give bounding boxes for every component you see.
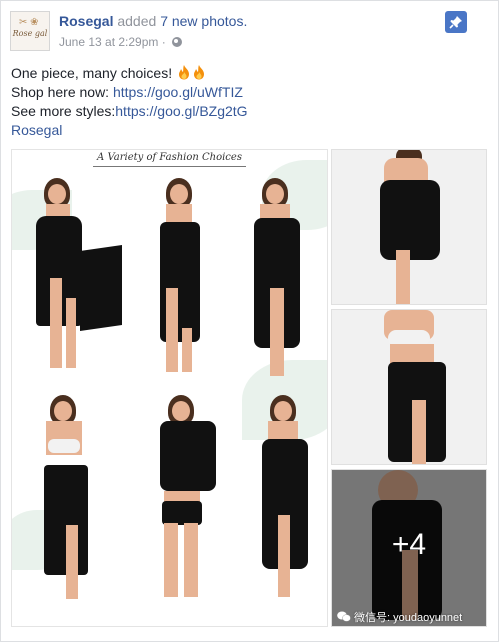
model-figure	[240, 178, 320, 378]
styles-label: See more styles:	[11, 103, 116, 119]
post-caption: One piece, many choices!	[11, 65, 173, 81]
model-figure	[22, 178, 122, 378]
page-tag-link[interactable]: Rosegal	[11, 122, 62, 138]
wechat-watermark: 微信号: youdaoyunnet	[337, 609, 462, 625]
fire-icon	[178, 65, 189, 80]
post-text-line-2: Shop here now: https://goo.gl/uWfTIZ	[11, 83, 248, 102]
collage-title: A Variety of Fashion Choices	[12, 152, 327, 167]
post-text-line-4: Rosegal	[11, 121, 248, 140]
watermark-text: 微信号: youdaoyunnet	[354, 612, 463, 624]
post-action-text: added	[117, 13, 157, 29]
post-text: One piece, many choices! Shop here now: …	[11, 64, 248, 140]
model-figure	[32, 395, 122, 605]
fire-icon	[193, 65, 204, 80]
globe-icon	[172, 37, 183, 47]
styles-link[interactable]: https://goo.gl/BZg2tG	[115, 103, 247, 119]
post-meta: June 13 at 2:29pm ·	[59, 35, 183, 49]
post-text-line-3: See more styles:https://goo.gl/BZg2tG	[11, 102, 248, 121]
page-avatar[interactable]: ✂ ❀ Rose gal	[10, 11, 50, 51]
model-figure	[142, 395, 222, 605]
post-text-line-1: One piece, many choices!	[11, 64, 248, 83]
model-figure	[252, 395, 327, 605]
photo-count-link[interactable]: 7 new photos.	[160, 13, 247, 29]
model-figure	[152, 178, 212, 378]
post-header: Rosegal added 7 new photos.	[59, 13, 247, 29]
avatar-logo-text: Rose gal	[12, 29, 48, 38]
shop-label: Shop here now:	[11, 84, 113, 100]
pin-button[interactable]	[445, 11, 467, 33]
meta-separator: ·	[161, 35, 166, 49]
photo-thumbnail-1[interactable]	[331, 149, 487, 305]
page-name-link[interactable]: Rosegal	[59, 13, 113, 29]
pin-icon	[449, 16, 462, 29]
photo-thumbnail-2[interactable]	[331, 309, 487, 465]
shop-link[interactable]: https://goo.gl/uWfTIZ	[113, 84, 243, 100]
photo-thumbnail-more[interactable]: +4	[331, 469, 487, 627]
more-photos-count: +4	[391, 528, 427, 561]
avatar-ornament-icon: ✂ ❀	[19, 17, 39, 28]
post-timestamp[interactable]: June 13 at 2:29pm	[59, 35, 158, 49]
photo-main-collage[interactable]: A Variety of Fashion Choices	[11, 149, 328, 627]
wechat-icon	[337, 611, 351, 622]
facebook-post-card: ✂ ❀ Rose gal Rosegal added 7 new photos.…	[0, 0, 499, 642]
